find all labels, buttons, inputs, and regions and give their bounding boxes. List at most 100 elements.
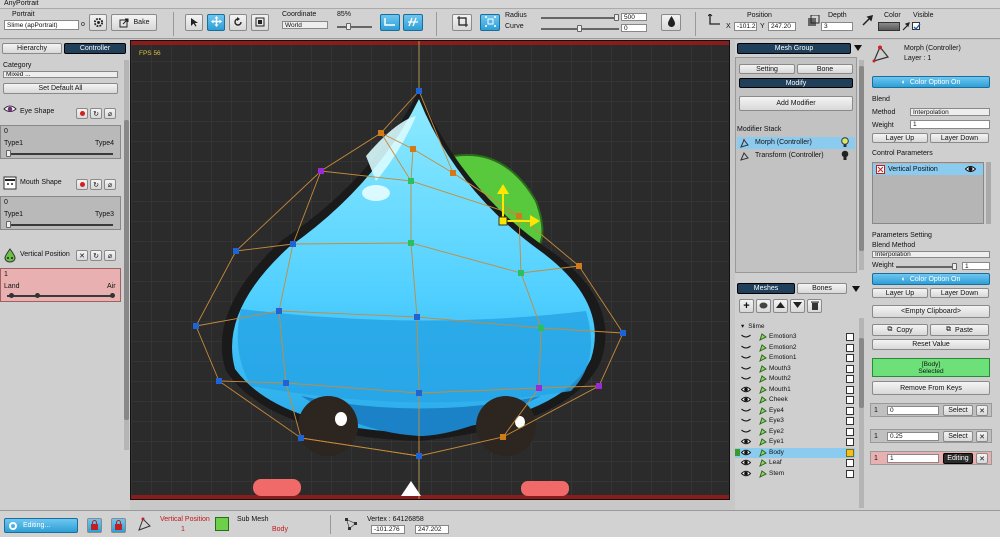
eye-hidden-icon[interactable]: [741, 417, 751, 426]
coordinate-select[interactable]: World: [282, 21, 328, 29]
controller-slider-knob[interactable]: [6, 150, 11, 157]
record-button[interactable]: [76, 179, 88, 190]
eye-hidden-icon[interactable]: [741, 354, 751, 363]
tab-meshes[interactable]: Meshes: [737, 283, 795, 294]
add-mesh-button[interactable]: +: [739, 299, 754, 313]
radius-slider[interactable]: [541, 17, 619, 19]
vertex-y-input[interactable]: 247.202: [415, 525, 449, 534]
controller-slider[interactable]: [7, 295, 113, 297]
reset-controller-button[interactable]: ↻: [90, 250, 102, 261]
paste-button[interactable]: ⧉ Paste: [930, 324, 989, 336]
weight2-slider[interactable]: [896, 266, 956, 268]
mesh-group-root[interactable]: ▾ Slime: [741, 321, 765, 332]
color-option-button-2[interactable]: ◐ Color Option On: [872, 273, 990, 285]
mesh-list-item[interactable]: Stem: [735, 469, 855, 480]
portrait-select[interactable]: Slime (apPortrait): [4, 20, 79, 30]
bone-pose-button[interactable]: [403, 14, 423, 31]
lock-layer-button[interactable]: [111, 518, 126, 533]
mesh-checkbox[interactable]: [846, 343, 854, 352]
mesh-group-header[interactable]: Mesh Group: [737, 43, 851, 54]
curve-input[interactable]: 0: [621, 24, 647, 32]
tab-bone[interactable]: Bone: [797, 64, 853, 74]
mesh-checkbox[interactable]: [846, 354, 854, 362]
record-button[interactable]: [76, 108, 88, 119]
move-down-button[interactable]: [790, 299, 805, 313]
mesh-list-item[interactable]: Mouth1: [735, 385, 855, 396]
mesh-checkbox[interactable]: [846, 459, 854, 467]
mesh-checkbox[interactable]: [846, 438, 854, 446]
editing-mode-button[interactable]: Editing...: [4, 518, 78, 533]
mesh-checkbox[interactable]: [846, 427, 854, 436]
lightbulb-on-icon[interactable]: [841, 137, 849, 150]
mesh-list-item[interactable]: Emotion2: [735, 343, 855, 354]
remove-key-button[interactable]: ✕: [976, 453, 988, 464]
eye-hidden-icon[interactable]: [741, 375, 751, 384]
modifier-item-selected[interactable]: Morph (Controller): [737, 137, 855, 149]
mesh-list-item[interactable]: Mouth3: [735, 364, 855, 375]
mesh-checkbox[interactable]: [846, 469, 854, 478]
mesh-checkbox[interactable]: [846, 406, 854, 415]
auto-key-button[interactable]: [380, 14, 400, 31]
key-editing-button[interactable]: Editing: [943, 453, 973, 464]
select-tool-button[interactable]: [185, 14, 203, 31]
scale-tool-button[interactable]: [251, 14, 269, 31]
key-value-input[interactable]: 1: [887, 454, 939, 463]
remove-from-keys-button[interactable]: Remove From Keys: [872, 381, 990, 395]
mesh-checkbox[interactable]: [846, 396, 854, 404]
tab-bones[interactable]: Bones: [797, 283, 847, 294]
mesh-list-item[interactable]: Eye3: [735, 416, 855, 427]
curve-slider-knob[interactable]: [577, 25, 582, 32]
chevron-down-icon[interactable]: [854, 45, 862, 53]
mesh-list-item[interactable]: Emotion3: [735, 332, 855, 343]
keyframe-marker[interactable]: [9, 293, 14, 298]
mesh-checkbox[interactable]: [846, 375, 854, 383]
link-button[interactable]: ⌀: [104, 108, 116, 119]
tab-modify[interactable]: Modify: [739, 78, 853, 88]
mesh-list-item[interactable]: Eye4: [735, 406, 855, 417]
layer-down-button[interactable]: Layer Down: [930, 133, 989, 143]
controller-slider[interactable]: [7, 224, 113, 226]
keyframe-marker[interactable]: [110, 293, 115, 298]
clipboard-button[interactable]: <Empty Clipboard>: [872, 305, 990, 318]
eye-hidden-icon[interactable]: [741, 428, 751, 437]
eye-visible-icon[interactable]: [964, 165, 977, 175]
mesh-checkbox[interactable]: [846, 364, 854, 373]
rotate-tool-button[interactable]: [229, 14, 247, 31]
depth-input[interactable]: 3: [821, 22, 853, 31]
eye-visible-icon[interactable]: [740, 438, 752, 447]
eye-hidden-icon[interactable]: [741, 333, 751, 342]
color-option-button[interactable]: ◐ Color Option On: [872, 76, 990, 88]
keyframe-marker[interactable]: [35, 293, 40, 298]
category-select[interactable]: Mixed ...: [3, 71, 118, 78]
modifier-scrollbar[interactable]: [859, 60, 864, 270]
layer-up-button[interactable]: Layer Up: [872, 133, 928, 143]
move-tool-button[interactable]: [207, 14, 225, 31]
eye-hidden-icon[interactable]: [741, 344, 751, 353]
key-select-button[interactable]: Select: [943, 405, 973, 416]
mesh-list-item[interactable]: Body: [735, 447, 855, 458]
eye-hidden-icon[interactable]: [741, 365, 751, 374]
remove-button[interactable]: ✕: [76, 250, 88, 261]
lock-button[interactable]: [87, 518, 102, 533]
key-select-button[interactable]: Select: [943, 431, 973, 442]
lightbulb-off-icon[interactable]: [841, 150, 849, 163]
tab-hierarchy[interactable]: Hierarchy: [2, 43, 62, 54]
control-param-item[interactable]: Vertical Position: [873, 164, 983, 175]
remove-key-button[interactable]: ✕: [976, 405, 988, 416]
chevron-down-icon[interactable]: [852, 286, 860, 294]
link-button[interactable]: ⌀: [104, 250, 116, 261]
eye-visible-icon[interactable]: [740, 386, 752, 395]
zoom-slider-knob[interactable]: [346, 23, 351, 30]
layer-up-button-2[interactable]: Layer Up: [872, 288, 928, 298]
canvas-viewport[interactable]: FPS 56: [130, 40, 730, 500]
key-value-input[interactable]: 0.25: [887, 432, 939, 441]
weight-input[interactable]: 1: [910, 120, 990, 129]
mesh-checkbox[interactable]: [846, 417, 854, 425]
layer-button[interactable]: [756, 299, 771, 313]
eye-visible-icon[interactable]: [740, 449, 752, 458]
reset-controller-button[interactable]: ↻: [90, 179, 102, 190]
tab-setting[interactable]: Setting: [739, 64, 795, 74]
control-param-scrollbar[interactable]: [986, 162, 991, 224]
weight2-slider-knob[interactable]: [952, 263, 957, 270]
remove-key-button[interactable]: ✕: [976, 431, 988, 442]
